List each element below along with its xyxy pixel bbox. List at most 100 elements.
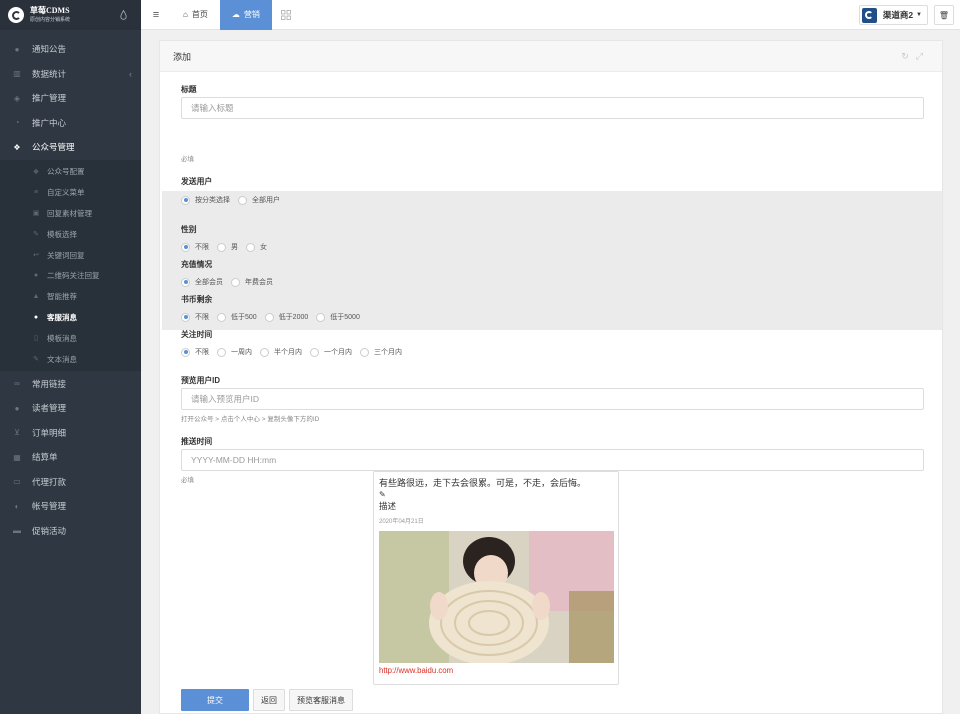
tab-marketing[interactable]: ☁ 营销 (219, 0, 272, 30)
edit-icon[interactable]: ✎ (379, 490, 613, 499)
radio-follow-half-month[interactable]: 半个月内 (260, 347, 302, 357)
image-icon: ▣ (32, 210, 40, 218)
grid-icon[interactable] (272, 0, 300, 30)
sidebar-item-agent-payment[interactable]: ▭ 代理打款 (0, 469, 141, 494)
radio-gender-any[interactable]: 不限 (181, 242, 209, 252)
sidebar-item-stats[interactable]: ▥ 数据统计 ‹ (0, 62, 141, 87)
cart-icon: ⊻ (14, 428, 20, 438)
subitem-keyword-reply[interactable]: ↩ 关键词回复 (0, 245, 141, 266)
sidebar-item-label: 推广中心 (32, 117, 67, 128)
message-preview-card[interactable]: 有些路很远，走下去会很累。可是，不走，会后悔。 ✎ 描述 2020年04月21日… (373, 471, 619, 685)
subitem-smart-recommend[interactable]: ▲ 智能推荐 (0, 286, 141, 307)
subitem-text-message[interactable]: ✎ 文本消息 (0, 349, 141, 370)
calculator-icon: ▦ (13, 452, 21, 462)
dealer-name: 渠道商2 (882, 10, 914, 20)
radio-coins-5000[interactable]: 低于5000 (316, 312, 360, 322)
preview-user-input[interactable]: 请输入预览用户ID (181, 388, 924, 410)
radio-all-users[interactable]: 全部用户 (238, 195, 280, 205)
add-panel: 添加 ↻⤢ 标题 请输入标题 必填 发送用户 按分类选择 全部用户 性别 不限 … (159, 40, 943, 714)
gender-label: 性别 (181, 225, 197, 234)
radio-follow-three-months[interactable]: 三个月内 (360, 347, 402, 357)
card-link[interactable]: http://www.baidu.com (379, 666, 613, 675)
home-icon: ⌂ (183, 10, 188, 19)
sidebar-item-links[interactable]: ∞ 常用链接 (0, 371, 141, 396)
caret-down-icon: ▼ (916, 12, 922, 18)
briefcase-icon: ▬ (13, 526, 21, 536)
push-time-input[interactable]: YYYY-MM-DD HH:mm (181, 449, 924, 471)
topbar: ≡ ⌂ 首页 ☁ 营销 渠道商2 ▼ 🗑 (141, 0, 960, 30)
pencil-icon: ✎ (33, 231, 39, 239)
trash-icon: 🗑 (938, 10, 950, 20)
tags-icon: ◈ (13, 93, 21, 103)
preview-message-button[interactable]: 预览客服消息 (289, 689, 353, 711)
trash-button[interactable]: 🗑 (934, 5, 954, 25)
refresh-icon[interactable]: ↻ (901, 51, 916, 61)
tab-home[interactable]: ⌂ 首页 (171, 0, 220, 30)
radio-follow-any[interactable]: 不限 (181, 347, 209, 357)
radio-coins-any[interactable]: 不限 (181, 312, 209, 322)
chevron-left-icon: ‹ (129, 68, 132, 79)
subitem-qrcode-reply[interactable]: ● 二维码关注回复 (0, 265, 141, 286)
subitem-reply-material[interactable]: ▣ 回复素材管理 (0, 203, 141, 224)
subitem-template-message[interactable]: ▯ 模板消息 (0, 328, 141, 349)
subitem-account-config[interactable]: ❖ 公众号配置 (0, 162, 141, 183)
expand-icon[interactable]: ⤢ (916, 51, 930, 61)
radio-follow-month[interactable]: 一个月内 (310, 347, 352, 357)
brand[interactable]: 草莓CDMS 原创内容分销系统 (0, 0, 141, 30)
sidebar-item-orders[interactable]: ⊻ 订单明细 (0, 420, 141, 445)
subitem-custom-menu[interactable]: ≡ 自定义菜单 (0, 182, 141, 203)
money-icon: ▭ (13, 477, 21, 487)
coins-radios: 不限 低于500 低于2000 低于5000 (181, 312, 368, 322)
sidebar-item-wechat[interactable]: ❖ 公众号管理 (0, 135, 141, 160)
sidebar-item-notice[interactable]: ● 通知公告 (0, 37, 141, 62)
radio-by-category[interactable]: 按分类选择 (181, 195, 230, 205)
follow-time-label: 关注时间 (181, 330, 213, 339)
sidebar-item-promotion-center[interactable]: ◔ 推广中心 (0, 111, 141, 136)
sidebar-item-promotion-activity[interactable]: ▬ 促销活动 (0, 518, 141, 543)
form-actions: 提交 返回 预览客服消息 (181, 689, 357, 711)
card-description: 描述 (379, 501, 397, 511)
avatar (861, 7, 877, 23)
radio-all-members[interactable]: 全部会员 (181, 277, 223, 287)
bar-chart-icon: ▥ (13, 69, 21, 79)
sidebar-item-label: 推广管理 (32, 93, 67, 104)
user-circle-icon: ◔ (14, 118, 20, 128)
sidebar-item-label: 公众号管理 (32, 142, 75, 153)
wechat-icon: ❖ (13, 142, 21, 152)
radio-coins-2000[interactable]: 低于2000 (264, 312, 308, 322)
sidebar-item-readers[interactable]: ● 读者管理 (0, 396, 141, 421)
submit-button[interactable]: 提交 (181, 689, 249, 711)
dealer-dropdown[interactable]: 渠道商2 ▼ (858, 5, 928, 25)
menu-toggle-icon[interactable]: ≡ (141, 0, 171, 30)
sidebar-item-label: 数据统计 (32, 68, 67, 79)
radio-follow-week[interactable]: 一周内 (217, 347, 252, 357)
user-icon: ● (33, 313, 39, 321)
back-button[interactable]: 返回 (253, 689, 285, 711)
panel-title: 添加 (173, 51, 192, 62)
card-cover-image (379, 531, 614, 663)
radio-gender-male[interactable]: 男 (217, 242, 238, 252)
sidebar-item-settlement[interactable]: ▦ 结算单 (0, 445, 141, 470)
title-help: 必填 (181, 156, 194, 163)
radio-coins-500[interactable]: 低于500 (217, 312, 257, 322)
comment-icon: ● (33, 272, 39, 280)
sidebar-nav: ● 通知公告 ▥ 数据统计 ‹ ◈ 推广管理 ◔ 推广中心 ❖ 公众号管理 (0, 30, 141, 160)
sidebar-item-accounts[interactable]: ◐ 帐号管理 (0, 494, 141, 519)
subitem-customer-message[interactable]: ● 客服消息 (0, 307, 141, 328)
title-input[interactable]: 请输入标题 (181, 97, 924, 119)
subitem-template-select[interactable]: ✎ 模板选择 (0, 224, 141, 245)
recharge-radios: 全部会员 年费会员 (181, 277, 281, 287)
brand-name: 草莓CDMS (30, 5, 70, 15)
preview-user-label: 预览用户ID (181, 376, 220, 385)
droplet-icon[interactable] (120, 9, 127, 20)
sidebar: 草莓CDMS 原创内容分销系统 ● 通知公告 ▥ 数据统计 ‹ ◈ 推广管理 ◔… (0, 0, 141, 714)
recharge-label: 充值情况 (181, 260, 213, 269)
user-icon: ● (14, 403, 20, 413)
radio-annual-members[interactable]: 年费会员 (231, 277, 273, 287)
sidebar-item-promotion[interactable]: ◈ 推广管理 (0, 86, 141, 111)
radio-gender-female[interactable]: 女 (246, 242, 267, 252)
file-icon: ▯ (34, 335, 38, 343)
brand-logo-icon (8, 7, 24, 23)
sidebar-item-label: 通知公告 (32, 44, 67, 55)
wechat-submenu: ❖ 公众号配置 ≡ 自定义菜单 ▣ 回复素材管理 ✎ 模板选择 ↩ 关键词回复 ● 二维码关… (0, 159, 141, 372)
